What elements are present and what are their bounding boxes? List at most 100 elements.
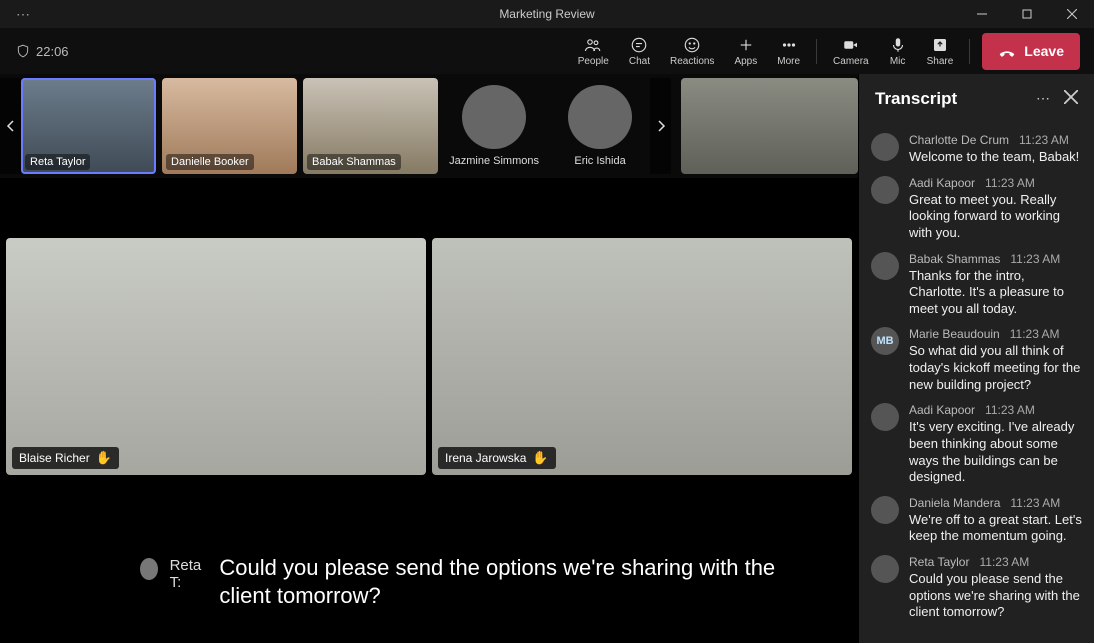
participant-avatar-thumb[interactable]: Jazmine Simmons [444, 85, 544, 167]
meeting-toolbar: 22:06 People Chat Reactions Apps More Ca… [0, 28, 1094, 74]
participant-avatar-thumb[interactable]: Eric Ishida [550, 85, 650, 167]
camera-icon [842, 36, 860, 54]
participant-name: Babak Shammas [307, 154, 401, 170]
transcript-entry: Aadi Kapoor 11:23 AM Great to meet you. Re… [871, 176, 1082, 242]
avatar [871, 555, 899, 583]
window-minimize-button[interactable] [959, 0, 1004, 28]
people-icon [584, 36, 602, 54]
hangup-icon [998, 42, 1016, 60]
avatar [871, 496, 899, 524]
share-button[interactable]: Share [917, 33, 964, 70]
main-video-grid: Blaise Richer ✋ Irena Jarowska ✋ [0, 178, 858, 494]
avatar [871, 403, 899, 431]
avatar [871, 176, 899, 204]
participant-thumb[interactable]: Danielle Booker [162, 78, 297, 174]
transcript-entry: Daniela Mandera11:23 AMWe're off to a gr… [871, 496, 1082, 545]
chat-button[interactable]: Chat [619, 33, 660, 70]
plus-icon [737, 36, 755, 54]
participant-thumb[interactable]: Babak Shammas [303, 78, 438, 174]
apps-button[interactable]: Apps [724, 33, 767, 70]
more-icon [780, 36, 798, 54]
entry-text: It's very exciting. I've already been th… [909, 419, 1082, 486]
participant-name: Irena Jarowska [445, 451, 526, 465]
entry-time: 11:23 AM [985, 176, 1035, 190]
live-caption: Reta T: Could you please send the option… [0, 494, 858, 643]
strip-next-button[interactable] [650, 78, 671, 174]
entry-text: We're off to a great start. Let's keep t… [909, 512, 1082, 545]
entry-text: Could you please send the options we're … [909, 571, 1082, 621]
chevron-left-icon [6, 120, 16, 132]
caption-speaker: Reta T: [170, 557, 208, 591]
entry-text: Welcome to the team, Babak! [909, 149, 1079, 166]
hand-raised-icon: ✋ [532, 450, 548, 466]
entry-name: Marie Beaudouin [909, 327, 1000, 341]
entry-name: Charlotte De Crum [909, 133, 1009, 147]
shield-icon [16, 44, 30, 58]
entry-name: Babak Shammas [909, 252, 1000, 266]
close-icon [1064, 90, 1078, 104]
caption-avatar [140, 558, 158, 580]
participant-name: Blaise Richer [19, 451, 90, 465]
entry-text: Great to meet you. Really looking forwar… [909, 192, 1082, 242]
entry-name: Reta Taylor [909, 555, 969, 569]
mic-button[interactable]: Mic [879, 33, 917, 70]
caption-text: Could you please send the options we're … [219, 554, 798, 609]
avatar [568, 85, 632, 149]
title-more-icon[interactable]: ⋯ [16, 6, 32, 23]
people-button[interactable]: People [568, 33, 619, 70]
reactions-button[interactable]: Reactions [660, 33, 724, 70]
transcript-entry: Reta Taylor11:23 AMCould you please send… [871, 555, 1082, 621]
entry-time: 11:23 AM [1010, 327, 1060, 341]
share-icon [931, 36, 949, 54]
chevron-right-icon [656, 120, 666, 132]
entry-name: Aadi Kapoor [909, 176, 975, 190]
timer-group: 22:06 [8, 44, 69, 59]
entry-text: Thanks for the intro, Charlotte. It's a … [909, 268, 1082, 318]
video-stage: Reta Taylor Danielle Booker Babak Shammas J… [0, 74, 858, 643]
title-bar: ⋯ Marketing Review [0, 0, 1094, 28]
entry-time: 11:23 AM [1019, 133, 1069, 147]
chat-icon [630, 36, 648, 54]
video-tile[interactable]: Irena Jarowska ✋ [432, 238, 852, 475]
transcript-entry: Babak Shammas 11:23 AM Thanks for the intr… [871, 252, 1082, 318]
meeting-timer: 22:06 [36, 44, 69, 59]
more-button[interactable]: More [767, 33, 810, 70]
transcript-entry: Aadi Kapoor 11:23 AM It's very exciting. I… [871, 403, 1082, 486]
entry-text: So what did you all think of today's kic… [909, 343, 1082, 393]
separator [969, 39, 970, 64]
video-tile[interactable]: Blaise Richer ✋ [6, 238, 426, 475]
hand-raised-icon: ✋ [96, 450, 112, 466]
window-title: Marketing Review [499, 7, 594, 21]
participant-name: Reta Taylor [25, 154, 90, 170]
leave-button[interactable]: Leave [982, 33, 1080, 70]
transcript-title: Transcript [875, 89, 957, 109]
avatar: MB [871, 327, 899, 355]
participant-tile[interactable] [681, 78, 858, 174]
participant-strip: Reta Taylor Danielle Booker Babak Shammas J… [0, 74, 858, 178]
participant-name: Danielle Booker [166, 154, 254, 170]
window-maximize-button[interactable] [1004, 0, 1049, 28]
video-name-chip: Blaise Richer ✋ [12, 447, 119, 469]
transcript-panel: Transcript ⋯ Charlotte De Crum 11:23 AM We… [858, 74, 1094, 643]
participant-name: Jazmine Simmons [449, 155, 539, 167]
participant-thumb[interactable]: Reta Taylor [21, 78, 156, 174]
participant-name: Eric Ishida [574, 155, 625, 167]
strip-prev-button[interactable] [0, 78, 21, 174]
transcript-more-button[interactable]: ⋯ [1028, 86, 1060, 111]
window-close-button[interactable] [1049, 0, 1094, 28]
avatar [462, 85, 526, 149]
entry-time: 11:23 AM [1010, 496, 1060, 510]
entry-name: Aadi Kapoor [909, 403, 975, 417]
mic-icon [889, 36, 907, 54]
entry-time: 11:23 AM [1010, 252, 1060, 266]
avatar [871, 133, 899, 161]
avatar [871, 252, 899, 280]
transcript-close-button[interactable] [1060, 86, 1082, 111]
transcript-entry: Charlotte De Crum 11:23 AM Welcome to the … [871, 133, 1082, 166]
reactions-icon [683, 36, 701, 54]
transcript-entry: MB Marie Beaudouin 11:23 AM So what did you… [871, 327, 1082, 393]
entry-time: 11:23 AM [985, 403, 1035, 417]
window-controls [959, 0, 1094, 28]
separator [816, 39, 817, 64]
camera-button[interactable]: Camera [823, 33, 879, 70]
